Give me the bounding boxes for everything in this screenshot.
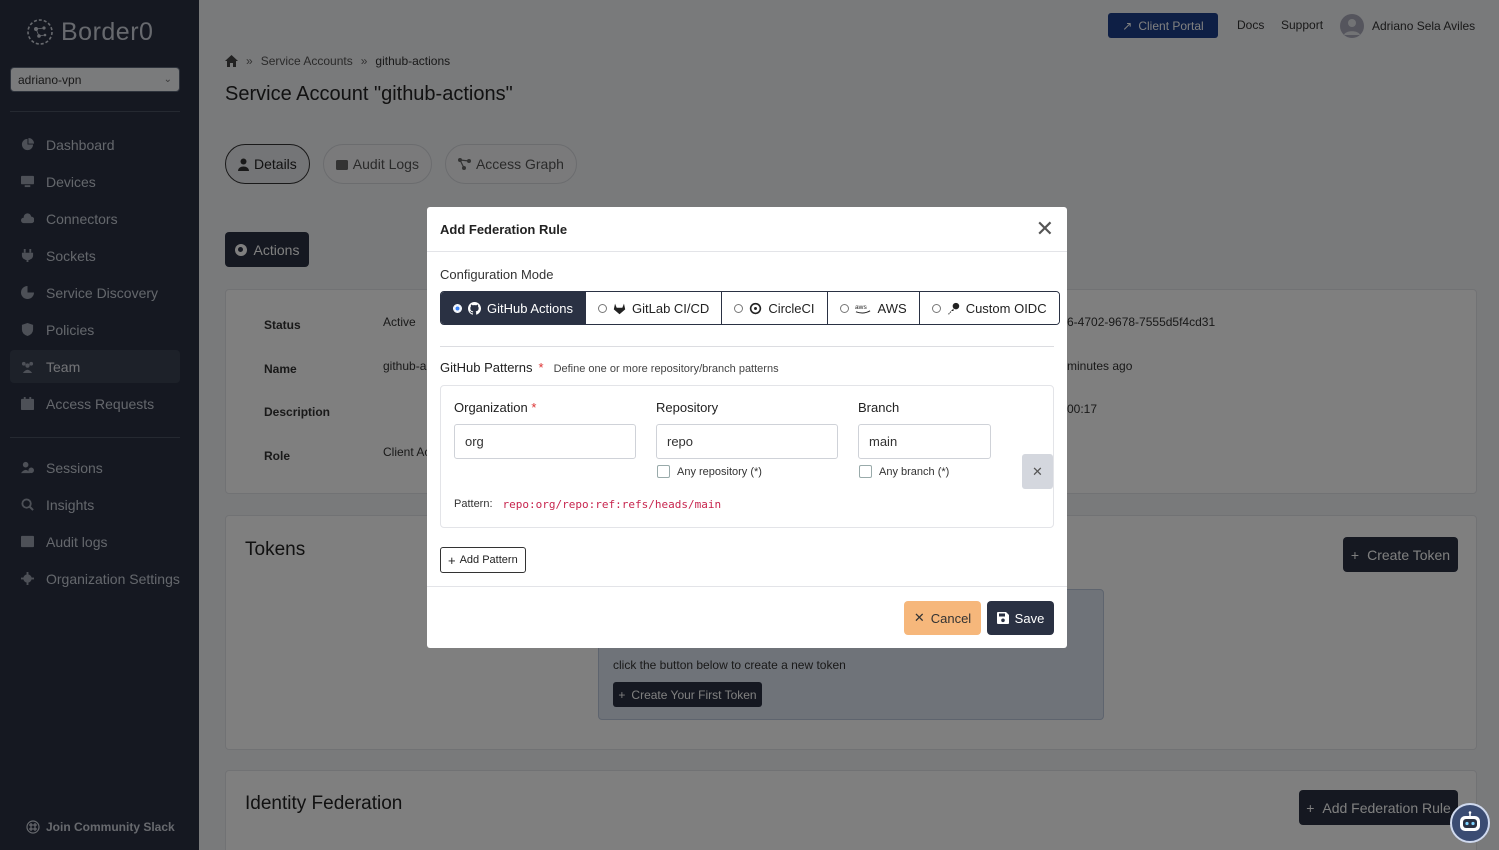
any-branch-checkbox[interactable] — [859, 465, 872, 478]
aws-icon: aws — [855, 304, 870, 314]
plus-icon: + — [448, 552, 456, 568]
pattern-label: Pattern: — [454, 498, 493, 510]
robot-icon — [1460, 811, 1480, 831]
mode-custom-oidc-label: Custom OIDC — [965, 300, 1047, 316]
any-repository-label: Any repository (*) — [677, 465, 762, 478]
mode-gitlab[interactable]: GitLab CI/CD — [586, 292, 723, 324]
modal-footer: ✕ Cancel Save — [427, 586, 1067, 648]
radio-unselected — [839, 303, 849, 313]
svg-text:aws: aws — [855, 304, 867, 311]
config-mode-selector: GitHub Actions GitLab CI/CD CircleCI aws… — [440, 291, 1060, 325]
radio-selected — [453, 303, 462, 313]
github-patterns-hint: Define one or more repository/branch pat… — [553, 363, 779, 375]
cancel-button[interactable]: ✕ Cancel — [904, 601, 981, 635]
radio-unselected — [931, 303, 941, 313]
modal-divider — [440, 346, 1054, 347]
any-repository-checkbox-row[interactable]: Any repository (*) — [657, 465, 762, 478]
mode-circleci[interactable]: CircleCI — [722, 292, 828, 324]
mode-gitlab-label: GitLab CI/CD — [632, 300, 710, 316]
github-patterns-label: GitHub Patterns — [440, 360, 533, 375]
key-icon — [947, 302, 959, 314]
radio-unselected — [598, 303, 607, 313]
gitlab-icon — [613, 303, 626, 314]
close-icon: ✕ — [1032, 463, 1043, 479]
cancel-label: Cancel — [930, 610, 972, 626]
mode-github-label: GitHub Actions — [487, 300, 573, 316]
pattern-row: Organization * org Repository repo Any r… — [440, 385, 1054, 528]
required-marker: * — [538, 360, 544, 375]
mode-aws[interactable]: aws AWS — [827, 292, 920, 324]
pattern-preview: Pattern: repo:org/repo:ref:refs/heads/ma… — [454, 498, 721, 511]
close-icon: ✕ — [913, 610, 925, 625]
branch-label: Branch — [858, 400, 900, 415]
close-icon[interactable]: ✕ — [1036, 218, 1054, 240]
config-mode-label: Configuration Mode — [440, 267, 554, 282]
any-branch-checkbox-row[interactable]: Any branch (*) — [859, 465, 949, 478]
mode-github-actions[interactable]: GitHub Actions — [441, 292, 586, 324]
any-repository-checkbox[interactable] — [657, 465, 670, 478]
any-branch-label: Any branch (*) — [879, 465, 950, 478]
organization-input[interactable]: org — [454, 424, 636, 459]
mode-circleci-label: CircleCI — [768, 300, 815, 316]
pattern-value: repo:org/repo:ref:refs/heads/main — [502, 498, 722, 511]
add-pattern-button[interactable]: + Add Pattern — [440, 547, 526, 573]
modal-title: Add Federation Rule — [440, 221, 568, 237]
branch-input[interactable]: main — [858, 424, 991, 459]
github-icon — [468, 301, 481, 315]
repository-input[interactable]: repo — [656, 424, 838, 459]
repository-label: Repository — [656, 400, 719, 415]
save-label: Save — [1014, 610, 1045, 626]
add-federation-rule-modal: Add Federation Rule ✕ Configuration Mode… — [427, 207, 1067, 648]
circleci-icon — [750, 302, 762, 314]
chat-assistant-button[interactable] — [1450, 803, 1490, 843]
save-icon — [996, 612, 1009, 624]
add-pattern-label: Add Pattern — [459, 554, 518, 566]
save-button[interactable]: Save — [987, 601, 1054, 635]
modal-header: Add Federation Rule ✕ — [427, 207, 1067, 252]
remove-pattern-button[interactable]: ✕ — [1022, 454, 1053, 489]
github-patterns-header: GitHub Patterns * Define one or more rep… — [440, 360, 779, 375]
organization-label: Organization * — [454, 400, 537, 415]
radio-unselected — [734, 303, 744, 313]
mode-aws-label: AWS — [877, 300, 907, 316]
mode-custom-oidc[interactable]: Custom OIDC — [919, 292, 1059, 324]
